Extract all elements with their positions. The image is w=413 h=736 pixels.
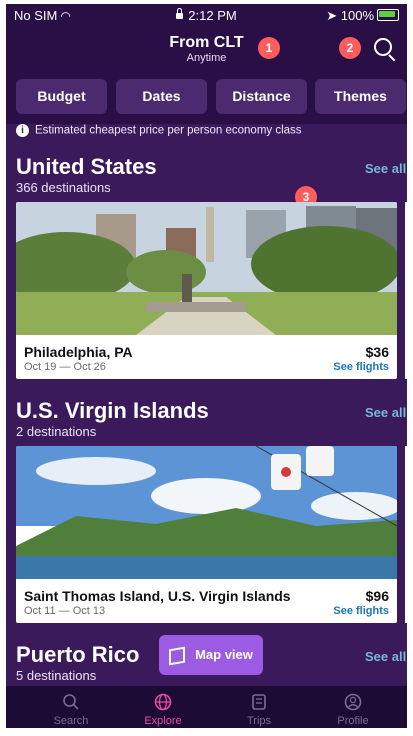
price-info: i Estimated cheapest price per person eco… (16, 124, 407, 148)
profile-icon (344, 693, 362, 711)
time-label: 2:12 PM (188, 8, 237, 23)
tab-explore[interactable]: Explore (118, 686, 208, 727)
section-title-virgin-islands[interactable]: U.S. Virgin Islands (16, 398, 209, 424)
filter-budget-button[interactable]: Budget (16, 79, 107, 114)
destination-city: Philadelphia, PA (24, 344, 133, 360)
see-flights-link[interactable]: See flights (333, 605, 389, 617)
info-text: Estimated cheapest price per person econ… (35, 124, 302, 137)
next-card-peek[interactable] (405, 446, 407, 623)
badge-1: 1 (258, 37, 280, 59)
destination-card-saint-thomas[interactable]: Saint Thomas Island, U.S. Virgin Islands… (16, 446, 397, 623)
tab-label: Trips (246, 715, 272, 727)
section-count: 366 destinations (16, 180, 111, 195)
filter-themes-button[interactable]: Themes (315, 79, 406, 114)
search-icon[interactable] (374, 38, 392, 56)
next-card-peek[interactable] (405, 202, 407, 379)
search-icon (63, 694, 79, 710)
section-title-puerto-rico[interactable]: Puerto Rico (16, 642, 139, 668)
tab-trips[interactable]: Trips (214, 686, 304, 727)
destination-dates: Oct 19 — Oct 26 (24, 361, 106, 373)
destination-price: $96 (365, 588, 389, 604)
tab-search[interactable]: Search (26, 686, 116, 727)
filter-bar: Budget Dates Distance Themes (16, 79, 407, 115)
status-bar: No SIM ◠ 2:12 PM ➤ 100% (6, 4, 407, 26)
map-view-button[interactable]: Map view (159, 635, 263, 675)
location-icon: ➤ (326, 8, 338, 23)
map-view-label: Map view (195, 647, 253, 662)
see-all-link[interactable]: See all (365, 161, 406, 176)
tab-label: Search (53, 715, 89, 727)
section-title-united-states[interactable]: United States (16, 154, 157, 180)
tab-profile[interactable]: Profile (308, 686, 398, 727)
destination-dates: Oct 11 — Oct 13 (24, 605, 106, 617)
destination-city: Saint Thomas Island, U.S. Virgin Islands (24, 588, 291, 604)
battery-status: ➤ 100% (326, 8, 399, 24)
top-bar: No SIM ◠ 2:12 PM ➤ 100% From CLT Anytime … (6, 4, 407, 124)
filter-dates-button[interactable]: Dates (116, 79, 207, 114)
island-photo (16, 446, 397, 579)
destination-price: $36 (365, 344, 389, 360)
tab-label: Explore (144, 715, 182, 727)
see-all-link[interactable]: See all (365, 405, 406, 420)
info-icon: i (16, 124, 29, 137)
badge-2: 2 (339, 37, 361, 59)
section-count: 5 destinations (16, 668, 97, 683)
app-screen: No SIM ◠ 2:12 PM ➤ 100% From CLT Anytime … (6, 4, 407, 728)
city-photo (16, 202, 397, 335)
filter-distance-button[interactable]: Distance (216, 79, 307, 114)
map-icon (169, 646, 186, 665)
tab-bar: Search Explore Trips Profile (6, 686, 407, 728)
see-flights-link[interactable]: See flights (333, 361, 389, 373)
see-all-link[interactable]: See all (365, 649, 406, 664)
lock-icon (176, 8, 184, 19)
trips-icon (252, 694, 266, 710)
battery-label: 100% (340, 8, 374, 23)
battery-icon (377, 9, 399, 21)
tab-label: Profile (337, 715, 369, 727)
section-count: 2 destinations (16, 424, 97, 439)
destination-card-philadelphia[interactable]: Philadelphia, PA Oct 19 — Oct 26 $36 See… (16, 202, 397, 379)
globe-icon (154, 693, 172, 711)
